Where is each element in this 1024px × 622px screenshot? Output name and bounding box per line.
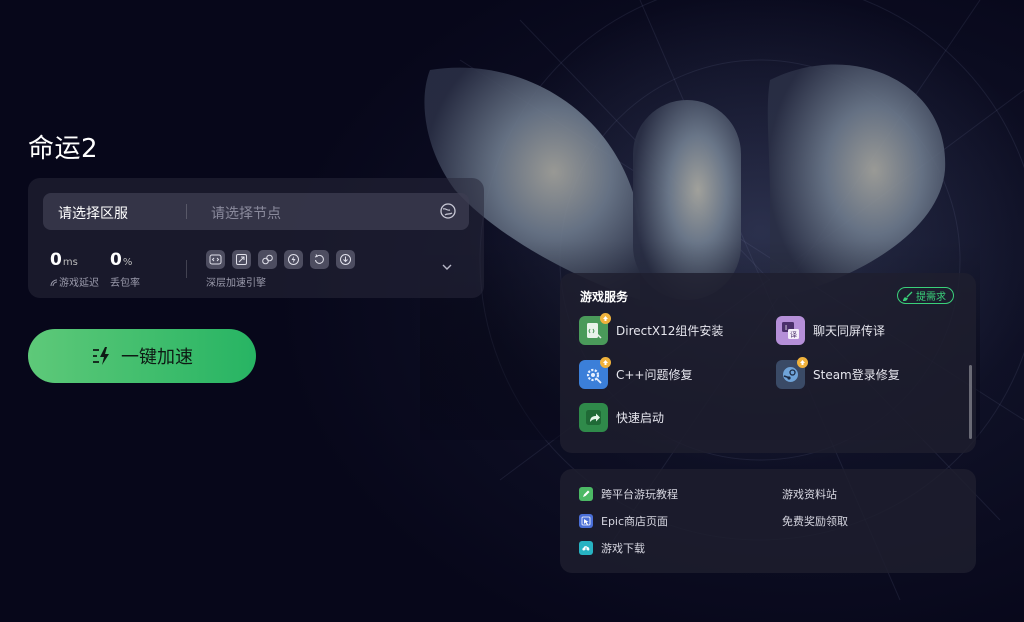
link-label: Epic商店页面 <box>601 515 669 528</box>
service-label: 聊天同屏传译 <box>813 324 886 338</box>
link-label: 免费奖励领取 <box>782 515 848 528</box>
latency-label: 游戏延迟 <box>50 274 99 289</box>
link-cross-platform-tutorial[interactable]: 跨平台游玩教程 <box>579 486 678 502</box>
packet-loss-stat: 0% 丢包率 <box>110 250 140 289</box>
brush-icon <box>903 291 913 301</box>
chevron-down-icon[interactable] <box>440 260 454 274</box>
service-label: DirectX12组件安装 <box>616 324 724 338</box>
translate-icon: I译 <box>776 316 805 345</box>
boost-label: 一键加速 <box>121 347 193 368</box>
divider <box>186 204 187 219</box>
upgrade-badge-icon <box>600 357 611 368</box>
node-selector[interactable]: 请选择节点 <box>211 203 281 223</box>
service-directx[interactable]: DirectX12组件安装 <box>579 313 724 345</box>
cloud-download-icon <box>579 541 593 555</box>
packet-loss-value: 0 <box>110 250 122 270</box>
request-label: 提需求 <box>916 292 946 303</box>
service-quick-launch[interactable]: 快速启动 <box>579 403 664 432</box>
directx-icon <box>579 313 611 345</box>
link-label: 游戏下载 <box>601 542 645 555</box>
svg-text:I: I <box>785 324 787 332</box>
svg-text:译: 译 <box>790 331 797 339</box>
link-icon[interactable] <box>258 250 277 269</box>
signal-icon <box>50 279 58 287</box>
game-title: 命运2 <box>28 134 99 164</box>
engine-label: 深层加速引擎 <box>206 278 266 289</box>
code-icon[interactable] <box>206 250 225 269</box>
server-selector[interactable]: 请选择区服 请选择节点 <box>43 193 469 230</box>
quick-links-card: 跨平台游玩教程 游戏资料站 Epic商店页面 免费奖励领取 游戏下载 <box>560 469 976 573</box>
link-game-wiki[interactable]: 游戏资料站 <box>782 486 837 502</box>
latency-value: 0 <box>50 250 62 270</box>
globe-icon[interactable] <box>439 202 457 220</box>
steam-icon <box>776 357 808 389</box>
link-label: 跨平台游玩教程 <box>601 488 678 501</box>
latency-unit: ms <box>62 257 78 268</box>
gear-fix-icon <box>579 357 611 389</box>
engine-icons <box>206 250 355 269</box>
request-feature-button[interactable]: 提需求 <box>897 287 954 304</box>
service-label: C++问题修复 <box>616 368 693 382</box>
divider <box>186 260 187 278</box>
link-epic-store-page[interactable]: Epic商店页面 <box>579 513 668 529</box>
download-icon[interactable] <box>336 250 355 269</box>
quick-launch-icon <box>579 403 608 432</box>
game-services-card: 游戏服务 提需求 DirectX12组件安装 I译 聊天同屏传译 C++问题修复… <box>560 273 976 453</box>
boost-icon <box>93 347 109 365</box>
pencil-icon <box>579 487 593 501</box>
link-label: 游戏资料站 <box>782 488 837 501</box>
service-cpp-fix[interactable]: C++问题修复 <box>579 357 693 389</box>
region-selector[interactable]: 请选择区服 <box>58 203 128 223</box>
window-icon[interactable] <box>232 250 251 269</box>
scrollbar[interactable] <box>969 365 972 439</box>
service-chat-translate[interactable]: I译 聊天同屏传译 <box>776 316 885 345</box>
upgrade-badge-icon <box>600 313 611 324</box>
link-game-download[interactable]: 游戏下载 <box>579 540 645 556</box>
link-free-rewards[interactable]: 免费奖励领取 <box>782 513 848 529</box>
accelerator-panel: 请选择区服 请选择节点 0ms 游戏延迟 0% 丢包率 深层加速引擎 <box>28 178 484 298</box>
packet-loss-label: 丢包率 <box>110 278 140 289</box>
services-title: 游戏服务 <box>580 290 629 304</box>
packet-loss-unit: % <box>122 257 133 268</box>
one-click-boost-button[interactable]: 一键加速 <box>28 329 256 383</box>
bolt-icon[interactable] <box>284 250 303 269</box>
cursor-icon <box>579 514 593 528</box>
refresh-icon[interactable] <box>310 250 329 269</box>
upgrade-badge-icon <box>797 357 808 368</box>
service-label: 快速启动 <box>616 411 665 425</box>
service-label: Steam登录修复 <box>813 368 900 382</box>
latency-stat: 0ms 游戏延迟 <box>50 250 99 289</box>
service-steam-login-fix[interactable]: Steam登录修复 <box>776 357 900 389</box>
